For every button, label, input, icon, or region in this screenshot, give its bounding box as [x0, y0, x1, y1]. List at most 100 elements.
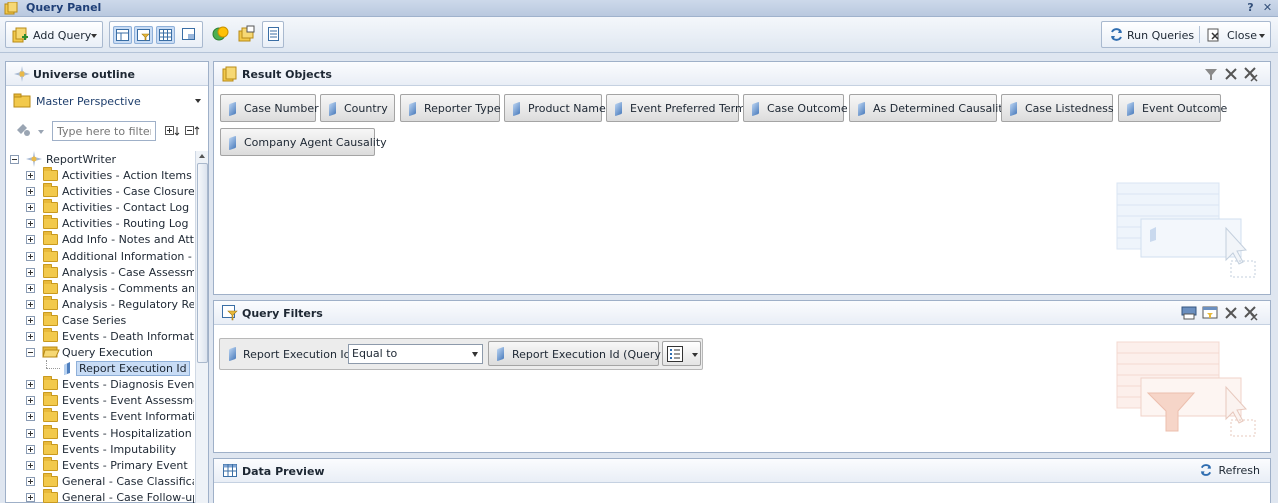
tree-folder[interactable]: Activities - Contact Log — [6, 199, 194, 215]
outline-filter-chevron-icon[interactable] — [38, 130, 44, 134]
operator-select[interactable]: Equal to — [348, 344, 483, 364]
tree-folder[interactable]: Events - Hospitalization Info — [6, 425, 194, 441]
expand-toggle-icon[interactable] — [26, 203, 35, 212]
view-script-button[interactable] — [262, 21, 284, 48]
result-object-chip[interactable]: Event Preferred Term — [606, 94, 746, 122]
tree-folder-open[interactable]: Query Execution — [6, 344, 194, 360]
dimension-object-icon — [858, 101, 865, 117]
result-object-chip[interactable]: Reporter Type — [400, 94, 501, 122]
filter-options-icon[interactable] — [1202, 305, 1218, 321]
expand-toggle-icon[interactable] — [26, 429, 35, 438]
result-object-chip[interactable]: Case Listedness — [1001, 94, 1114, 122]
tree-folder[interactable]: Analysis - Regulatory Reports — [6, 296, 194, 312]
scroll-up-icon[interactable] — [199, 154, 205, 158]
result-objects-panel: Result Objects Case Number Country Repor… — [213, 61, 1271, 295]
remove-icon[interactable] — [1223, 66, 1239, 82]
tree-folder-label: Analysis - Regulatory Reports — [62, 298, 194, 311]
tree-folder[interactable]: Add Info - Notes and Attachments — [6, 231, 194, 247]
expand-toggle-icon[interactable] — [26, 412, 35, 421]
result-object-chip[interactable]: As Determined Causality — [849, 94, 1009, 122]
filter-value-operand[interactable]: Report Execution Id (Query 1) — [488, 341, 676, 366]
folder-icon — [43, 199, 58, 213]
tree-folder[interactable]: Analysis - Case Assessment — [6, 264, 194, 280]
sql-button[interactable] — [212, 25, 232, 45]
layout-view-button[interactable] — [113, 26, 132, 44]
close-button[interactable]: Close — [1202, 22, 1270, 47]
result-object-chip[interactable]: Product Name — [504, 94, 606, 122]
result-object-chip[interactable]: Event Outcome — [1118, 94, 1227, 122]
tree-root[interactable]: ReportWriter — [6, 151, 194, 167]
query-properties-button[interactable] — [238, 25, 258, 45]
add-predefined-filter-icon[interactable] — [1181, 305, 1197, 321]
operand-type-button[interactable] — [662, 341, 701, 366]
tree-folder[interactable]: Events - Imputability — [6, 441, 194, 457]
tree-folder[interactable]: Events - Diagnosis Event — [6, 376, 194, 392]
tree-folder[interactable]: Activities - Case Closure — [6, 183, 194, 199]
properties-view-button[interactable] — [180, 26, 199, 44]
run-queries-button[interactable]: Run Queries — [1102, 22, 1197, 47]
close-panel-icon — [1207, 28, 1219, 42]
collapse-toggle-icon[interactable] — [10, 155, 19, 164]
filter-view-button[interactable] — [134, 26, 153, 44]
funnel-icon[interactable] — [1203, 66, 1219, 82]
remove-all-filters-icon[interactable] — [1243, 305, 1259, 321]
dimension-object-icon — [513, 101, 520, 117]
result-object-chip[interactable]: Case Outcome — [743, 94, 848, 122]
tree-folder[interactable]: Additional Information - References — [6, 248, 194, 264]
refresh-button[interactable]: Refresh — [1201, 464, 1260, 477]
tree-folder[interactable]: Analysis - Comments and Notes — [6, 280, 194, 296]
tree-folder[interactable]: Events - Event Information — [6, 408, 194, 424]
remove-filter-icon[interactable] — [1223, 305, 1239, 321]
expand-toggle-icon[interactable] — [26, 171, 35, 180]
expand-toggle-icon[interactable] — [26, 268, 35, 277]
tree-folder-label: Additional Information - References — [62, 250, 194, 263]
universe-outline-header: Universe outline — [6, 62, 208, 86]
folder-icon — [43, 408, 58, 422]
tree-folder-label: General - Case Follow-up — [62, 491, 194, 503]
expand-toggle-icon[interactable] — [26, 380, 35, 389]
result-object-label: Company Agent Causality — [244, 136, 387, 149]
expand-toggle-icon[interactable] — [26, 284, 35, 293]
tree-folder[interactable]: Events - Event Assessment — [6, 392, 194, 408]
expand-toggle-icon[interactable] — [26, 316, 35, 325]
result-objects-header: Result Objects — [214, 62, 1270, 86]
folder-icon — [43, 312, 58, 326]
tree-folder[interactable]: General - Case Follow-up — [6, 489, 194, 503]
collapse-toggle-icon[interactable] — [26, 348, 35, 357]
outline-filter-icon[interactable] — [15, 122, 33, 138]
tree-object-selected[interactable]: Report Execution Id — [6, 360, 194, 376]
add-query-button[interactable]: Add Query — [5, 21, 103, 48]
result-object-chip[interactable]: Company Agent Causality — [220, 128, 387, 156]
expand-toggle-icon[interactable] — [26, 252, 35, 261]
tree-folder[interactable]: Events - Death Information — [6, 328, 194, 344]
tree-folder[interactable]: Activities - Routing Log — [6, 215, 194, 231]
expand-toggle-icon[interactable] — [26, 300, 35, 309]
table-view-button[interactable] — [156, 26, 175, 44]
tree-folder[interactable]: General - Case Classification — [6, 473, 194, 489]
remove-all-icon[interactable] — [1243, 66, 1259, 82]
close-window-icon[interactable]: ✕ — [1261, 1, 1274, 14]
scrollbar-thumb[interactable] — [197, 163, 208, 363]
result-object-chip[interactable]: Case Number — [220, 94, 319, 122]
expand-toggle-icon[interactable] — [26, 445, 35, 454]
filter-field[interactable]: Report Execution Id — [220, 339, 351, 369]
help-icon[interactable]: ? — [1244, 1, 1257, 14]
expand-toggle-icon[interactable] — [26, 396, 35, 405]
tree-folder[interactable]: Activities - Action Items — [6, 167, 194, 183]
expand-all-icon[interactable] — [165, 125, 181, 137]
perspective-dropdown[interactable]: Master Perspective — [13, 91, 207, 111]
collapse-all-icon[interactable] — [185, 125, 201, 137]
expand-toggle-icon[interactable] — [26, 477, 35, 486]
outline-scrollbar[interactable] — [195, 151, 208, 503]
expand-toggle-icon[interactable] — [26, 493, 35, 502]
outline-search-input[interactable] — [52, 121, 156, 141]
expand-toggle-icon[interactable] — [26, 187, 35, 196]
tree-folder[interactable]: Events - Primary Event — [6, 457, 194, 473]
expand-toggle-icon[interactable] — [26, 461, 35, 470]
expand-toggle-icon[interactable] — [26, 235, 35, 244]
expand-toggle-icon[interactable] — [26, 332, 35, 341]
tree-folder[interactable]: Case Series — [6, 312, 194, 328]
tree-folder-label: Activities - Action Items — [62, 169, 192, 182]
result-object-chip[interactable]: Country — [320, 94, 395, 122]
expand-toggle-icon[interactable] — [26, 219, 35, 228]
